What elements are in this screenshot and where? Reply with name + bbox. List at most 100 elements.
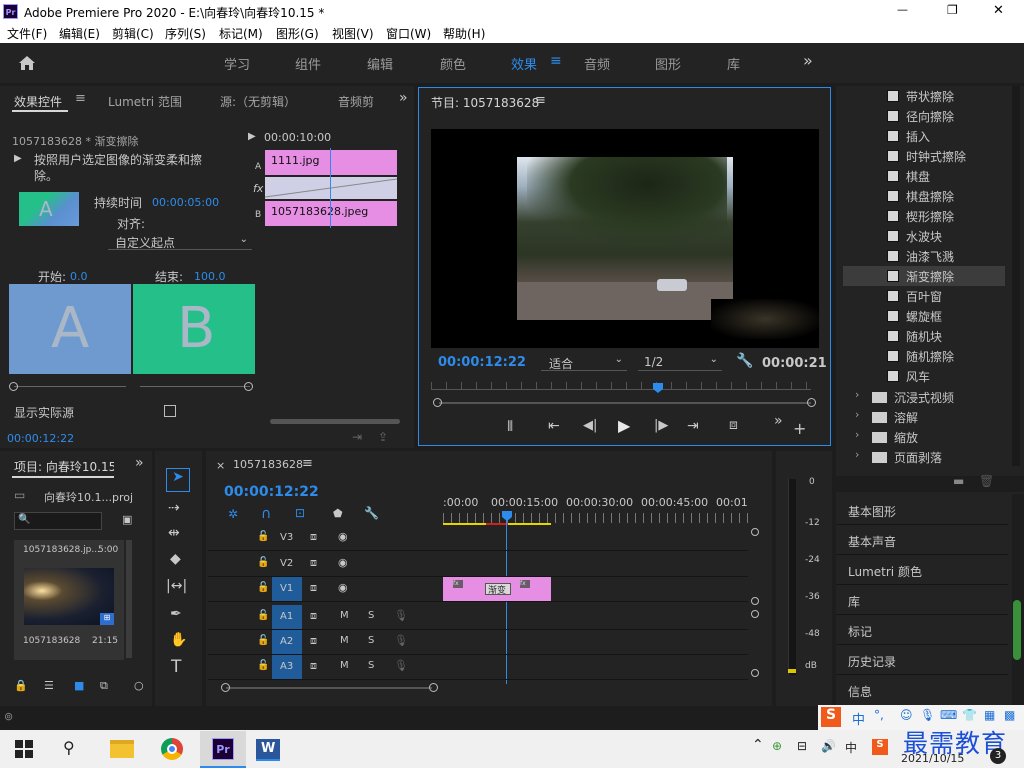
- snap-icon[interactable]: ✲: [228, 507, 238, 521]
- solo-button[interactable]: S: [368, 610, 374, 621]
- effect-item[interactable]: 棋盘擦除: [843, 186, 1005, 206]
- program-scrollbar[interactable]: [439, 402, 811, 404]
- sogou-icon[interactable]: S: [821, 707, 841, 727]
- transition-marker[interactable]: 渐变: [485, 583, 511, 596]
- close-sequence-icon[interactable]: ×: [216, 459, 225, 472]
- effect-item[interactable]: 油漆飞溅: [843, 246, 1005, 266]
- effect-item[interactable]: 随机块: [843, 326, 1005, 346]
- duration-value[interactable]: 00:00:05:00: [152, 196, 219, 209]
- type-tool-icon[interactable]: T: [171, 657, 181, 677]
- notification-badge[interactable]: 3: [990, 748, 1006, 764]
- footer-timecode[interactable]: 00:00:12:22: [7, 432, 74, 445]
- end-value[interactable]: 100.0: [194, 270, 226, 283]
- scroll-right-handle[interactable]: [807, 398, 816, 407]
- expand-arrow-icon[interactable]: ›: [855, 388, 859, 401]
- right-scrollbar[interactable]: [1013, 600, 1021, 660]
- mini-playhead[interactable]: [330, 148, 331, 228]
- project-scrollbar[interactable]: [126, 540, 132, 658]
- lock-icon[interactable]: 🔓: [257, 531, 269, 542]
- more-controls-icon[interactable]: »: [774, 413, 783, 429]
- menu-window[interactable]: 窗口(W): [386, 25, 431, 42]
- menu-graphics[interactable]: 图形(G): [276, 25, 319, 42]
- windows-start-icon[interactable]: [15, 740, 33, 758]
- search-icon[interactable]: ⚲: [63, 738, 75, 757]
- timeline-hscroll[interactable]: [226, 687, 432, 689]
- magnet-icon[interactable]: ∩: [261, 506, 271, 522]
- ws-learn[interactable]: 学习: [224, 54, 250, 73]
- tab-menu-icon[interactable]: ≡: [75, 91, 86, 106]
- icon-view-icon[interactable]: ■: [74, 679, 84, 692]
- slip-tool-icon[interactable]: |↔|: [166, 578, 187, 594]
- panel-markers[interactable]: 标记: [848, 623, 872, 640]
- chrome-icon[interactable]: [161, 738, 183, 760]
- ws-color[interactable]: 颜色: [440, 54, 466, 73]
- mic-icon[interactable]: 🎙: [920, 708, 935, 722]
- sync-icon[interactable]: ⧈: [310, 581, 317, 595]
- tray-app-icon[interactable]: ⊕: [772, 739, 782, 753]
- list-view-icon[interactable]: ☰: [44, 679, 54, 692]
- lock-icon[interactable]: 🔓: [257, 582, 269, 593]
- start-slider[interactable]: [14, 386, 126, 387]
- menu-sequence[interactable]: 序列(S): [165, 25, 206, 42]
- menu-clip[interactable]: 剪辑(C): [112, 25, 154, 42]
- timeline-settings-icon[interactable]: 🔧: [364, 506, 379, 520]
- premiere-taskbar-icon[interactable]: Pr: [200, 731, 246, 768]
- ws-graphics[interactable]: 图形: [655, 54, 681, 73]
- maximize-button[interactable]: ❐: [947, 3, 958, 17]
- file-explorer-icon[interactable]: [110, 740, 134, 758]
- menu-edit[interactable]: 编辑(E): [59, 25, 100, 42]
- collapse-arrow-icon[interactable]: ▶: [248, 131, 256, 142]
- mute-button[interactable]: M: [340, 660, 349, 671]
- new-folder-icon[interactable]: ▬: [953, 474, 964, 488]
- ripple-edit-tool-icon[interactable]: ⇹: [168, 525, 180, 541]
- trash-icon[interactable]: 🗑: [979, 474, 994, 488]
- folder-item[interactable]: › 沉浸式视频: [843, 387, 1005, 407]
- ws-menu-icon[interactable]: ≡: [550, 53, 562, 69]
- ws-audio[interactable]: 音频: [584, 54, 610, 73]
- ws-more-button[interactable]: »: [803, 51, 813, 70]
- home-icon[interactable]: [18, 55, 36, 71]
- panel-libraries[interactable]: 库: [848, 593, 860, 610]
- grid-icon[interactable]: ▩: [1004, 708, 1015, 722]
- hscroll-right-handle[interactable]: [429, 683, 438, 692]
- word-taskbar-icon[interactable]: W: [256, 739, 280, 761]
- hand-tool-icon[interactable]: ✋: [170, 632, 187, 648]
- folder-item[interactable]: › 溶解: [843, 407, 1005, 427]
- align-dropdown[interactable]: 自定义起点 ⌄: [108, 233, 252, 250]
- lock-icon[interactable]: 🔓: [257, 635, 269, 646]
- lock-icon[interactable]: 🔓: [257, 557, 269, 568]
- sync-icon[interactable]: ⧈: [310, 659, 317, 673]
- expand-arrow-icon[interactable]: ›: [855, 408, 859, 421]
- step-back-icon[interactable]: ◀|: [583, 418, 597, 433]
- clip-b-bar[interactable]: 1057183628.jpeg: [265, 201, 397, 226]
- export-icon[interactable]: ⇥: [352, 430, 362, 444]
- panel-history[interactable]: 历史记录: [848, 653, 896, 670]
- expand-arrow-icon[interactable]: ›: [855, 448, 859, 461]
- go-to-out-icon[interactable]: ⇥: [687, 418, 699, 434]
- ws-effects[interactable]: 效果: [511, 54, 537, 73]
- effect-item[interactable]: 水波块: [843, 226, 1005, 246]
- sync-icon[interactable]: ⧈: [310, 530, 317, 544]
- effect-item[interactable]: 螺旋框: [843, 306, 1005, 326]
- tab-audio-mixer[interactable]: 音频剪: [338, 93, 374, 110]
- mute-button[interactable]: M: [340, 635, 349, 646]
- ws-assembly[interactable]: 组件: [295, 54, 321, 73]
- timeline-vscroll-mid[interactable]: [751, 597, 759, 605]
- panel-lumetri-color[interactable]: Lumetri 颜色: [848, 563, 922, 580]
- effect-item[interactable]: 时钟式擦除: [843, 146, 1005, 166]
- zoom-slider-handle[interactable]: ○: [134, 679, 144, 692]
- razor-tool-icon[interactable]: ◆: [170, 551, 181, 567]
- timeline-vscroll-top[interactable]: [751, 528, 759, 536]
- effect-item[interactable]: 插入: [843, 126, 1005, 146]
- start-value[interactable]: 0.0: [70, 270, 88, 283]
- effect-item-selected[interactable]: 渐变擦除: [843, 266, 1005, 286]
- tab-source[interactable]: 源:（无剪辑）: [220, 93, 296, 110]
- menu-marker[interactable]: 标记(M): [219, 25, 263, 42]
- program-timecode[interactable]: 00:00:12:22: [438, 355, 526, 370]
- eye-icon[interactable]: ◉: [338, 581, 348, 594]
- ws-editing[interactable]: 编辑: [367, 54, 393, 73]
- panel-more-button[interactable]: »: [399, 90, 408, 106]
- add-marker-icon[interactable]: ⬟: [333, 507, 343, 520]
- pen-tool-icon[interactable]: ✒: [170, 606, 182, 622]
- sequence-menu-icon[interactable]: ≡: [302, 456, 313, 471]
